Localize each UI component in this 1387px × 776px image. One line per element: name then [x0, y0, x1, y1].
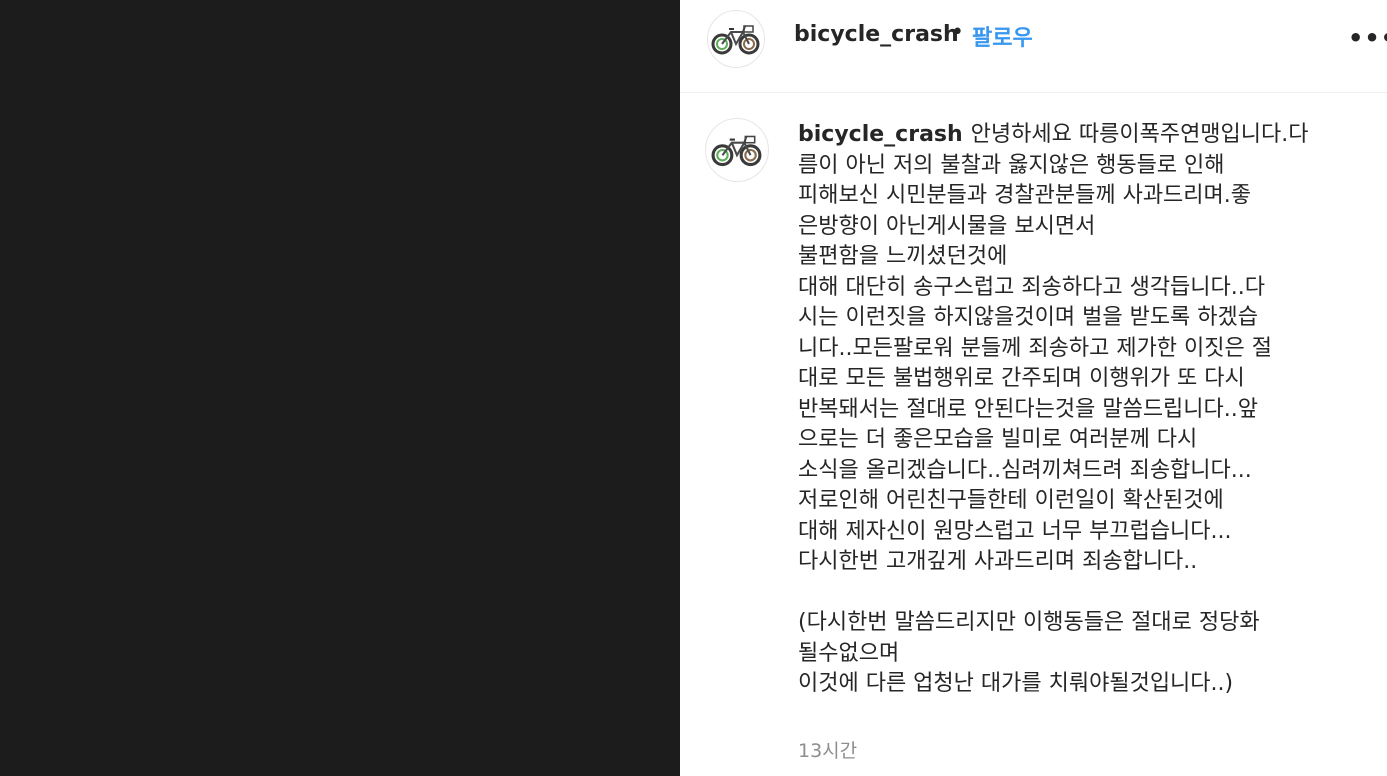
caption-line: 저로인해 어린친구들한테 이런일이 확산된것에: [798, 488, 1224, 513]
caption-note-line: (다시한번 말씀드리지만 이행동들은 절대로 정당화: [798, 610, 1260, 635]
caption-note-line: 될수없으며: [798, 640, 900, 666]
caption-line: 다시한번 고개깊게 사과드리며 죄송합니다..: [798, 549, 1198, 574]
caption-line: 은방향이 아닌게시물을 보시면서: [798, 213, 1096, 239]
caption-avatar[interactable]: [705, 118, 769, 182]
caption-first-line: bicycle_crash 안녕하세요 따릉이폭주연맹입니다.다: [798, 120, 1368, 151]
avatar[interactable]: [707, 10, 765, 68]
caption-line: 대해 대단히 송구스럽고 죄송하다고 생각듭니다..다: [798, 274, 1266, 300]
post-username[interactable]: bicycle_crash: [794, 22, 959, 47]
follow-button[interactable]: 팔로우: [972, 20, 1033, 52]
caption-text: bicycle_crash 안녕하세요 따릉이폭주연맹입니다.다 름이 아닌 저의…: [798, 120, 1368, 700]
caption-note-line: 이것에 다른 업청난 대가를 치뤄야될것입니다..): [798, 671, 1234, 696]
more-options-icon[interactable]: •••: [1348, 24, 1387, 52]
caption-line: 시는 이런짓을 하지않을것이며 벌을 받도록 하겠습: [798, 305, 1259, 330]
caption-line: 니다..모든팔로워 분들께 죄송하고 제가한 이짓은 절: [798, 335, 1272, 361]
caption-line: 름이 아닌 저의 불찰과 옳지않은 행동들로 인해: [798, 152, 1225, 178]
caption-line: 으로는 더 좋은모습을 빌미로 여러분께 다시: [798, 427, 1198, 452]
caption-line: 피해보신 시민분들과 경찰관분들께 사과드리며.좋: [798, 183, 1252, 208]
caption-line: 대로 모든 불법행위로 간주되며 이행위가 또 다시: [798, 366, 1245, 391]
caption-line-0: 안녕하세요 따릉이폭주연맹입니다.다: [970, 122, 1309, 147]
separator-dot: •: [951, 20, 964, 45]
post-media[interactable]: [0, 0, 680, 776]
caption-line: 대해 제자신이 원망스럽고 너무 부끄럽습니다...: [798, 518, 1232, 544]
caption-line: 소식을 올리겠습니다..심려끼쳐드려 죄송합니다...: [798, 457, 1252, 483]
caption-line: 반복돼서는 절대로 안된다는것을 말씀드립니다..앞: [798, 396, 1259, 422]
caption-line: 불편함을 느끼셨던것에: [798, 244, 1008, 269]
bicycle-icon: [711, 135, 762, 167]
comment-timestamp[interactable]: 13시간: [798, 736, 857, 763]
caption-username[interactable]: bicycle_crash: [798, 122, 963, 147]
bicycle-icon: [711, 25, 760, 55]
post-header: bicycle_crash • 팔로우 •••: [680, 0, 1387, 93]
post-side-panel: bicycle_crash • 팔로우 ••• bicycle_crash 안녕하…: [680, 0, 1387, 776]
